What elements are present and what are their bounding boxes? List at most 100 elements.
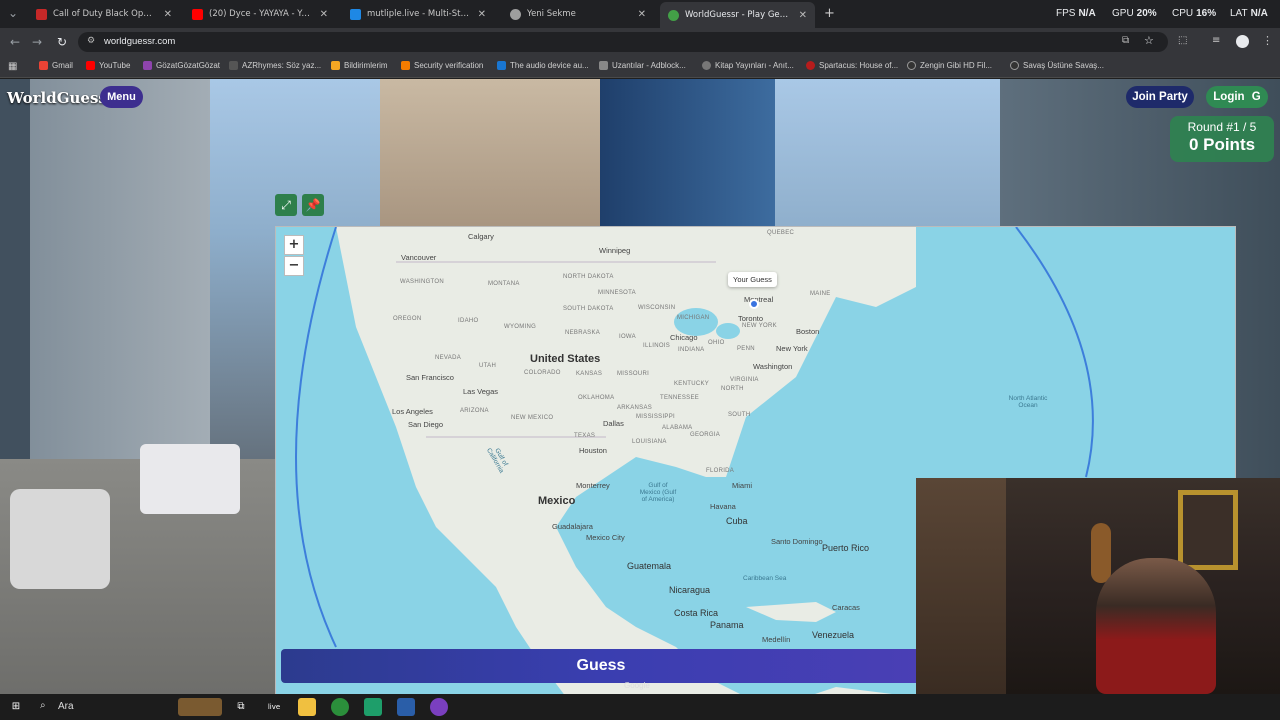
browser-tab[interactable]: (20) Dyce - YAYAYA - YouTube ✕	[184, 3, 336, 25]
map-label-city: Caracas	[832, 603, 860, 612]
address-bar[interactable]: ⚙ worldguessr.com ⧉ ☆	[78, 32, 1168, 52]
map-label-state: QUEBEC	[767, 230, 795, 236]
map-label-city: Medellín	[762, 635, 791, 644]
login-button[interactable]: Login G	[1206, 86, 1268, 108]
search-placeholder: Ara	[58, 701, 74, 712]
browser-tab[interactable]: mutliple.live - Multi-Stream Da ✕	[342, 3, 494, 25]
live-app-icon[interactable]: live	[265, 698, 283, 716]
tab-close-icon[interactable]: ✕	[320, 9, 328, 20]
bookmark-item[interactable]: Kitap Yayınları - Anıt...	[702, 61, 794, 70]
map-label-state: OREGON	[393, 316, 422, 322]
guess-marker-pin[interactable]	[749, 299, 759, 309]
map-label-state: FLORIDA	[706, 468, 735, 474]
tab-close-icon[interactable]: ✕	[164, 9, 172, 20]
gmail-icon	[39, 61, 48, 70]
bookmark-item[interactable]: Bildirimlerim	[331, 61, 388, 70]
tab-list-chevron-icon[interactable]: ⌄	[4, 4, 22, 22]
taskbar-search[interactable]: ⌕ Ara	[34, 697, 174, 717]
map-label-city: Monterrey	[576, 481, 610, 490]
map-label-state: IOWA	[619, 334, 636, 340]
map-label-state: INDIANA	[678, 347, 705, 353]
map-label-state: UTAH	[479, 363, 497, 369]
street-view-panorama[interactable]: WorldGuessr Menu Join Party Login G Roun…	[0, 79, 1280, 694]
expand-map-icon[interactable]: ⤢	[275, 194, 297, 216]
extensions-icon[interactable]: ⬚	[1178, 35, 1187, 46]
bookmark-item[interactable]: GözatGözatGözat	[143, 61, 220, 70]
zoom-in-button[interactable]: +	[284, 235, 304, 255]
windows-taskbar: ⊞ ⌕ Ara ⧉ live	[0, 694, 1280, 720]
reload-icon[interactable]: ↻	[53, 33, 71, 51]
guitar	[1091, 523, 1111, 583]
bookmark-item[interactable]: Spartacus: House of...	[806, 61, 898, 70]
bookmark-item[interactable]: The audio device au...	[497, 61, 589, 70]
join-party-button[interactable]: Join Party	[1126, 86, 1194, 108]
map-label-state: PENN	[737, 346, 755, 352]
browser-tab[interactable]: Yeni Sekme ✕	[502, 3, 654, 25]
map-label-city: Miami	[732, 481, 752, 490]
windows-start-icon[interactable]: ⊞	[7, 698, 25, 716]
map-label-country: Venezuela	[812, 630, 855, 640]
map-label-city: Las Vegas	[463, 387, 499, 396]
tab-close-icon[interactable]: ✕	[638, 9, 646, 20]
bookmark-item[interactable]: AZRhymes: Söz yaz...	[229, 61, 321, 70]
map-label-state: NEW MEXICO	[511, 415, 554, 421]
map-label-state: TENNESSEE	[660, 395, 700, 401]
worldguessr-logo: WorldGuessr	[7, 89, 115, 107]
pin-map-icon[interactable]: 📌	[302, 194, 324, 216]
bookmark-icon	[143, 61, 152, 70]
bookmark-icon	[1010, 61, 1019, 70]
task-view-icon[interactable]: ⧉	[232, 698, 250, 716]
building-facade	[380, 79, 610, 229]
your-guess-tooltip: Your Guess	[728, 272, 777, 287]
map-label-state: ILLINOIS	[643, 343, 671, 349]
more-menu-icon[interactable]: ⋮	[1262, 34, 1273, 47]
bookmark-item[interactable]: Uzantılar - Adblock...	[599, 61, 686, 70]
map-label-state: MINNESOTA	[598, 290, 636, 296]
forward-arrow-icon[interactable]: →	[28, 33, 46, 51]
file-explorer-icon[interactable]	[298, 698, 316, 716]
apps-grid-icon[interactable]: ▦	[8, 61, 17, 72]
map-label-city: Boston	[796, 327, 820, 336]
guess-button[interactable]: Guess	[281, 649, 921, 683]
chrome-icon[interactable]	[331, 698, 349, 716]
tab-close-icon[interactable]: ✕	[799, 10, 807, 21]
bookmark-star-icon[interactable]: ☆	[1144, 34, 1154, 47]
parked-car	[10, 489, 110, 589]
bookshelf	[916, 478, 1006, 694]
app-icon[interactable]	[397, 698, 415, 716]
menu-button[interactable]: Menu	[100, 86, 143, 108]
widgets-icon[interactable]	[178, 698, 222, 716]
lat-stat: LAT N/A	[1230, 8, 1268, 19]
bookmark-item[interactable]: Zengin Gibi HD Fil...	[907, 61, 992, 70]
bell-icon	[331, 61, 340, 70]
app-icon[interactable]	[364, 698, 382, 716]
building-facade	[0, 79, 30, 479]
new-tab-button[interactable]: +	[824, 6, 835, 21]
bookmark-item[interactable]: YouTube	[86, 61, 130, 70]
map-label-state: ARIZONA	[460, 408, 489, 414]
worldguessr-favicon-icon	[668, 9, 679, 21]
map-label-country: Mexico	[538, 495, 576, 507]
app-icon[interactable]	[430, 698, 448, 716]
bookmark-item[interactable]: Security verification	[401, 61, 483, 70]
map-label-country: Panama	[710, 620, 744, 630]
back-arrow-icon[interactable]: ←	[6, 33, 24, 51]
browser-tab[interactable]: Call of Duty Black Ops 1 İndir - ✕	[28, 3, 180, 25]
site-info-icon[interactable]: ⚙	[87, 36, 95, 46]
media-control-icon[interactable]: ≡	[1212, 35, 1220, 46]
translate-icon[interactable]: ⧉	[1122, 35, 1129, 46]
tab-close-icon[interactable]: ✕	[478, 9, 486, 20]
map-label-state: ALABAMA	[662, 425, 693, 431]
bookmark-item[interactable]: Gmail	[39, 61, 73, 70]
map-label-country: Guatemala	[627, 561, 672, 571]
map-label-country: Cuba	[726, 516, 748, 526]
map-label-city: Winnipeg	[599, 246, 631, 255]
profile-avatar[interactable]	[1236, 35, 1249, 48]
map-label-city: Guadalajara	[552, 522, 593, 531]
bookmark-item[interactable]: Savaş Üstüne Savaş...	[1010, 61, 1104, 70]
map-label-state: OKLAHOMA	[578, 395, 615, 401]
map-label-state: NEW YORK	[742, 323, 777, 329]
zoom-out-button[interactable]: −	[284, 256, 304, 276]
puzzle-icon	[599, 61, 608, 70]
browser-tab-active[interactable]: WorldGuessr - Play Geoguessr ✕	[660, 2, 815, 28]
